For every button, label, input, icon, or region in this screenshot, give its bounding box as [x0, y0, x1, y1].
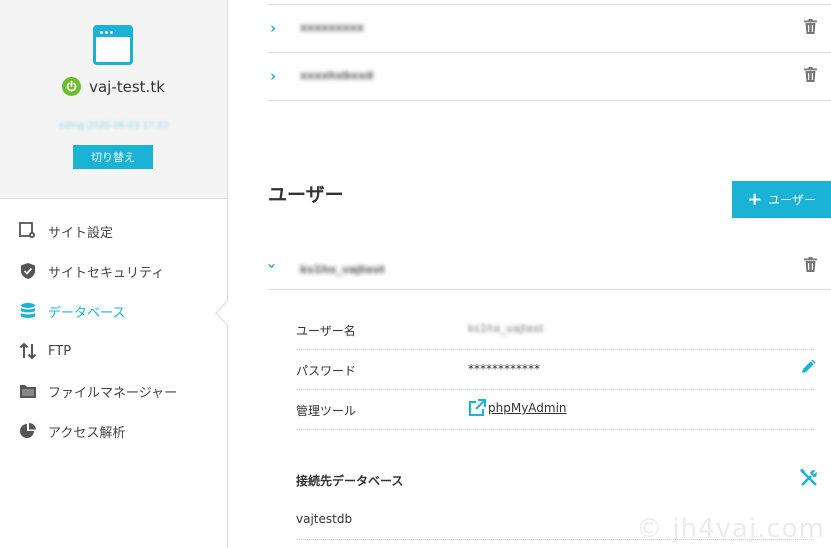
sidebar-nav: サイト設定 サイトセキュリティ データベース FTP ファイルマネージャー アク…: [0, 211, 227, 451]
sidebar-item-label: サイト設定: [48, 225, 114, 241]
trash-icon[interactable]: [804, 257, 817, 272]
sidebar: vaj-test.tk xdmg 2020-06-03 17:33 切り替え サ…: [0, 0, 228, 548]
sidebar-item-ftp[interactable]: FTP: [0, 331, 227, 371]
detail-label: パスワード: [296, 364, 357, 378]
folder-icon: [18, 381, 38, 401]
site-date: xdmg 2020-06-03 17:33: [58, 121, 169, 131]
site-card: vaj-test.tk xdmg 2020-06-03 17:33 切り替え: [0, 0, 227, 199]
sidebar-item-label: サイトセキュリティ: [48, 265, 165, 281]
detail-label: 管理ツール: [296, 404, 357, 418]
sidebar-item-label: アクセス解析: [48, 425, 126, 441]
database-name: xxxxxxxxx: [300, 21, 364, 34]
sidebar-item-label: ファイルマネージャー: [48, 385, 178, 401]
shield-icon: [18, 261, 38, 281]
phpmyadmin-label: phpMyAdmin: [488, 401, 567, 415]
transfer-arrows-icon: [18, 341, 38, 361]
tools-icon[interactable]: [799, 468, 819, 488]
detail-label: ユーザー名: [296, 324, 356, 338]
switch-site-button[interactable]: 切り替え: [73, 145, 153, 169]
pencil-icon[interactable]: [800, 357, 818, 375]
user-name: ks1hx_vajtest: [300, 263, 385, 276]
add-user-label: ユーザー: [768, 193, 816, 207]
sidebar-item-site-settings[interactable]: サイト設定: [0, 211, 227, 251]
phpmyadmin-link[interactable]: phpMyAdmin: [468, 399, 567, 417]
users-section-title: ユーザー: [268, 184, 344, 206]
database-icon: [18, 301, 38, 321]
database-name: xxxxhxbxxd: [300, 69, 374, 82]
sidebar-item-security[interactable]: サイトセキュリティ: [0, 251, 227, 291]
sidebar-item-label: データベース: [48, 305, 126, 321]
password-value: ************: [468, 362, 540, 376]
sidebar-item-analytics[interactable]: アクセス解析: [0, 411, 227, 451]
add-user-button[interactable]: + ユーザー: [732, 181, 831, 218]
trash-icon[interactable]: [804, 19, 817, 34]
trash-icon[interactable]: [804, 67, 817, 82]
database-row[interactable]: › xxxxhxbxxd: [268, 53, 831, 101]
database-row[interactable]: › xxxxxxxxx: [268, 5, 831, 53]
main-content: › xxxxxxxxx › xxxxhxbxxd ユーザー + ユーザー › k…: [263, 0, 831, 548]
site-name: vaj-test.tk: [89, 77, 165, 96]
chevron-down-icon[interactable]: ›: [263, 263, 281, 269]
detail-row-username: ユーザー名 ks1hx_vajtest: [296, 310, 814, 350]
detail-row-password: パスワード ************: [296, 350, 814, 390]
chevron-right-icon[interactable]: ›: [270, 19, 276, 37]
sidebar-item-label: FTP: [48, 343, 72, 359]
chevron-right-icon[interactable]: ›: [270, 67, 276, 85]
detail-value: ks1hx_vajtest: [468, 322, 544, 335]
external-link-icon: [469, 399, 486, 416]
connected-db-title: 接続先データベース: [296, 474, 404, 488]
connected-db-name: vajtestdb: [296, 512, 353, 526]
plus-icon: +: [747, 188, 763, 210]
site-settings-icon: [18, 221, 38, 241]
pie-chart-icon: [18, 421, 38, 441]
user-row[interactable]: › ks1hx_vajtest: [263, 248, 831, 290]
power-icon: [62, 77, 82, 96]
sidebar-item-file-manager[interactable]: ファイルマネージャー: [0, 371, 227, 411]
detail-row-admin-tool: 管理ツール phpMyAdmin: [296, 390, 814, 430]
sidebar-item-database[interactable]: データベース: [0, 291, 227, 331]
watermark: © jh4vaj.com: [636, 514, 825, 544]
active-caret-icon: [215, 300, 228, 326]
browser-window-icon: [93, 25, 133, 65]
